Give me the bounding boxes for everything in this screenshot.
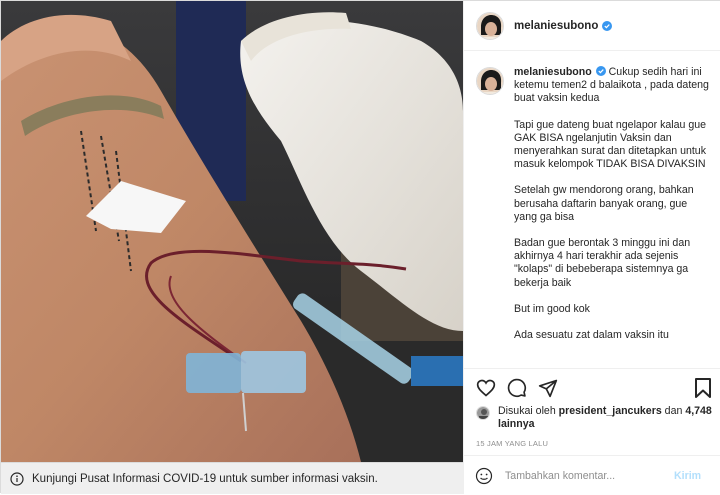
smiley-icon[interactable] (475, 467, 493, 485)
bookmark-icon[interactable] (694, 378, 712, 398)
caption-username[interactable]: melaniesubono (514, 66, 592, 78)
caption-paragraph-5: But im good kok (514, 302, 590, 315)
liker-avatar-image (477, 407, 489, 419)
comment-composer: Kirim (464, 455, 720, 495)
caption-comment: melaniesubono Cukup sedih hari ini ketem… (476, 66, 712, 355)
caption-paragraph-3: Setelah gw mendorong orang, bahkan berus… (514, 184, 694, 223)
paper-plane-icon[interactable] (538, 378, 558, 398)
avatar-image (477, 68, 503, 94)
post-username[interactable]: melaniesubono (514, 20, 598, 32)
likes-text: Disukai oleh president_jancukers dan 4,7… (498, 405, 712, 431)
post-sidebar: melaniesubono melaniesubono Cukup sedih (463, 1, 720, 494)
verified-badge-icon (595, 66, 606, 76)
info-banner-text[interactable]: Kunjungi Pusat Informasi COVID-19 untuk … (32, 473, 378, 485)
avatar-image (477, 12, 503, 39)
covid-info-banner[interactable]: Kunjungi Pusat Informasi COVID-19 untuk … (1, 462, 463, 494)
action-icons (476, 378, 569, 398)
caption-text: melaniesubono Cukup sedih hari ini ketem… (514, 66, 712, 355)
post-photo-illustration (1, 1, 463, 462)
caption-avatar[interactable] (476, 67, 504, 95)
avatar[interactable] (476, 11, 504, 40)
likes-summary: Disukai oleh president_jancukers dan 4,7… (476, 405, 712, 431)
caption-paragraph: melaniesubono Cukup sedih hari ini ketem… (514, 66, 712, 106)
caption-paragraph-2: Tapi gue dateng buat ngelapor kalau gue … (514, 118, 707, 171)
comment-icon[interactable] (507, 378, 527, 398)
info-icon (10, 471, 24, 486)
verified-badge-icon (602, 20, 613, 31)
comment-input[interactable] (505, 469, 670, 482)
post-comment-button[interactable]: Kirim (674, 470, 701, 482)
post-actions: Disukai oleh president_jancukers dan 4,7… (464, 368, 720, 494)
instagram-post-frame: Kunjungi Pusat Informasi COVID-19 untuk … (0, 0, 720, 494)
post-header: melaniesubono (464, 1, 720, 51)
likes-prefix: Disukai oleh (498, 405, 556, 417)
post-timestamp[interactable]: 15 JAM YANG LALU (476, 439, 548, 448)
post-photo[interactable] (1, 1, 463, 462)
caption-paragraph-6: Ada sesuatu zat dalam vaksin itu (514, 329, 669, 342)
liker-avatar[interactable] (476, 406, 490, 420)
liker-username[interactable]: president_jancukers (559, 405, 662, 417)
likes-joiner: dan (664, 405, 683, 417)
caption-paragraph-4: Badan gue berontak 3 minggu ini dan akhi… (514, 237, 691, 289)
caption-area: melaniesubono Cukup sedih hari ini ketem… (464, 52, 720, 368)
heart-icon[interactable] (476, 378, 496, 398)
